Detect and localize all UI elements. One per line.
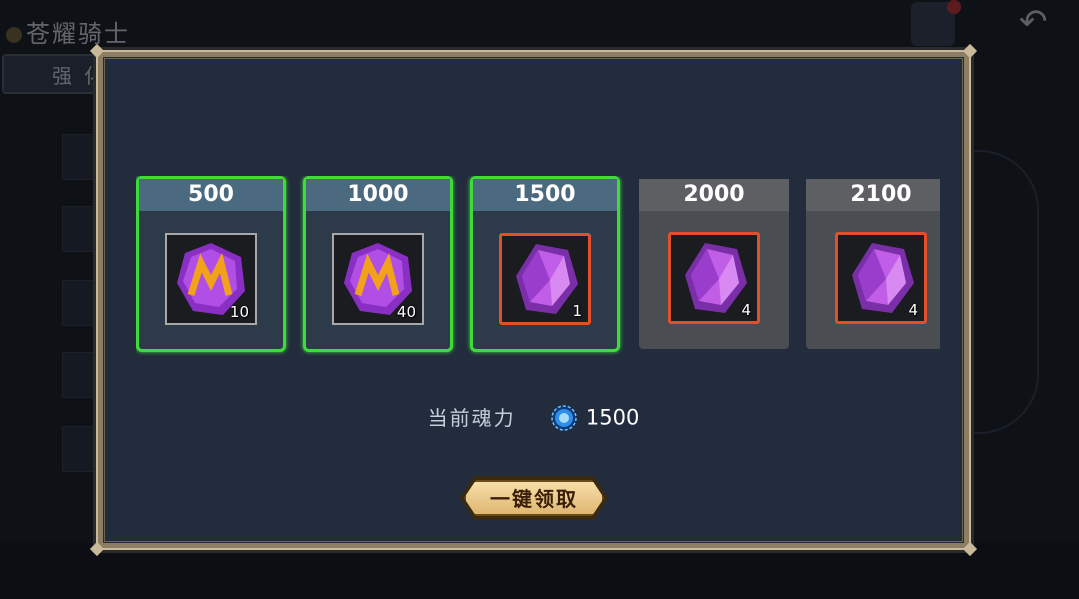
current-power-row: 当前魂力 1500 xyxy=(98,402,969,432)
reward-threshold: 2000 xyxy=(639,179,789,211)
reward-threshold: 1000 xyxy=(306,179,450,211)
background-title-text: 苍耀骑士 xyxy=(26,20,130,48)
background-bottom-bar xyxy=(0,543,1079,599)
item-count: 4 xyxy=(908,301,918,319)
item-count: 1 xyxy=(572,302,582,320)
item-count: 40 xyxy=(396,303,416,321)
current-power-value: 1500 xyxy=(585,405,640,430)
reward-item-slot[interactable]: 4 xyxy=(835,232,927,324)
reward-item-slot[interactable]: 1 xyxy=(499,233,591,325)
reward-item-slot[interactable]: 4 xyxy=(668,232,760,324)
reward-item-slot[interactable]: 40 xyxy=(332,233,424,325)
reward-threshold: 2100 xyxy=(806,179,940,211)
item-count: 4 xyxy=(741,301,751,319)
background-title: 苍耀骑士 xyxy=(6,14,130,49)
reward-card[interactable]: 2100 4 xyxy=(806,179,940,349)
reward-list[interactable]: 500 10 1000 40 1500 1 2000 4 2100 4 xyxy=(136,176,940,356)
current-power-label: 当前魂力 xyxy=(427,405,516,430)
reward-card[interactable]: 2000 4 xyxy=(639,179,789,349)
item-count: 10 xyxy=(229,303,249,321)
reward-threshold: 1500 xyxy=(473,179,617,211)
notification-dot xyxy=(947,0,961,14)
reward-modal: 500 10 1000 40 1500 1 2000 4 2100 4 当前魂力… xyxy=(89,43,978,557)
reward-card[interactable]: 500 10 xyxy=(136,176,286,352)
reward-card[interactable]: 1000 40 xyxy=(303,176,453,352)
reward-item-slot[interactable]: 10 xyxy=(165,233,257,325)
claim-all-button[interactable]: 一键领取 xyxy=(464,480,604,516)
soul-orb-icon xyxy=(551,404,577,431)
back-arrow-icon: ↶ xyxy=(1019,2,1048,42)
reward-threshold: 500 xyxy=(139,179,283,211)
reward-card[interactable]: 1500 1 xyxy=(470,176,620,352)
title-emblem-icon xyxy=(6,27,22,43)
